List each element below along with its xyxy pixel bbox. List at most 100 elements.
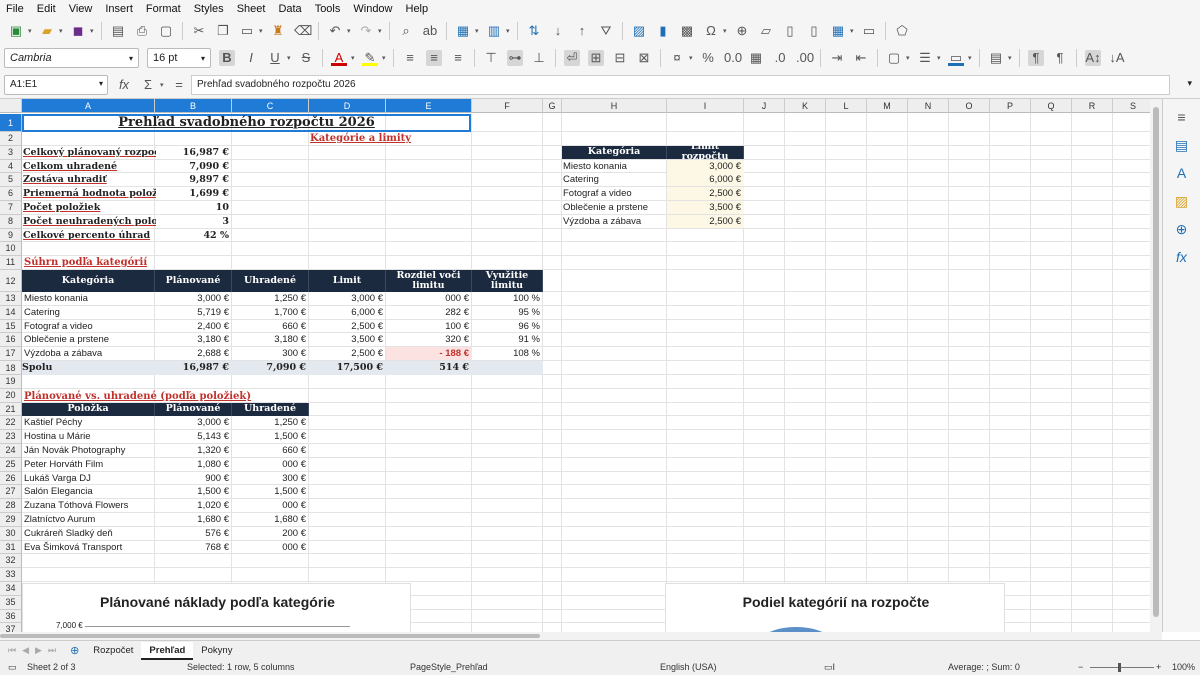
functions-icon[interactable]: fx	[1174, 249, 1190, 265]
table-cell[interactable]: 000 €	[232, 458, 309, 471]
table-cell[interactable]: 1,700 €	[232, 306, 309, 319]
table-cell[interactable]: 3,180 €	[232, 333, 309, 346]
clone-formatting-icon[interactable]: ♜	[270, 23, 286, 39]
table-cell[interactable]: 3,000 €	[155, 292, 232, 305]
column-header[interactable]: E	[386, 99, 472, 113]
wrap-text-icon[interactable]: ⏎	[564, 50, 580, 66]
text-direction-icon[interactable]: A↕	[1085, 50, 1101, 66]
row-header[interactable]: 30	[0, 526, 22, 541]
zoom-out-icon[interactable]: −	[1078, 662, 1083, 672]
column-header[interactable]: B	[155, 99, 232, 113]
row-header[interactable]: 34	[0, 582, 22, 596]
column-header[interactable]: H	[562, 99, 667, 113]
align-middle-icon[interactable]: ⊶	[507, 50, 523, 66]
table-total-cell[interactable]	[472, 361, 543, 375]
prev-sheet-icon[interactable]: ◀	[22, 645, 29, 656]
name-box[interactable]: A1:E1 ▾	[4, 74, 108, 95]
summary-label[interactable]: Počet položiek	[23, 201, 156, 214]
table-cell[interactable]: Miesto konania	[563, 160, 668, 173]
table-cell[interactable]: 1,250 €	[232, 416, 309, 429]
properties-icon[interactable]: ▤	[1174, 137, 1190, 153]
chevron-down-icon[interactable]: ▾	[99, 79, 103, 88]
date-format-icon[interactable]: ▦	[748, 50, 764, 66]
currency-format-icon[interactable]: ¤	[669, 50, 685, 66]
column-header[interactable]: S	[1113, 99, 1150, 113]
split-window-icon[interactable]: ▭	[861, 23, 877, 39]
row-header[interactable]: 12	[0, 270, 22, 292]
autofilter-icon[interactable]: ⛛	[598, 23, 614, 39]
summary-value[interactable]: 10	[155, 201, 232, 214]
chevron-down-icon[interactable]: ▾	[201, 54, 205, 63]
navigator-icon[interactable]: ⊕	[1174, 221, 1190, 237]
insert-chart-icon[interactable]: ▮	[655, 23, 671, 39]
print-preview-icon[interactable]: ▢	[158, 23, 174, 39]
row-header[interactable]: 29	[0, 513, 22, 527]
ltr-icon[interactable]: ¶	[1028, 50, 1044, 66]
scroll-thumb[interactable]	[0, 634, 540, 638]
page-title[interactable]: Prehľad svadobného rozpočtu 2026	[22, 114, 471, 132]
table-cell[interactable]: 1,500 €	[232, 430, 309, 443]
menu-insert[interactable]: Insert	[105, 3, 133, 15]
table-total-cell[interactable]: 17,500 €	[309, 361, 386, 375]
row-header[interactable]: 8	[0, 214, 22, 229]
row-header[interactable]: 3	[0, 145, 22, 160]
row-header[interactable]: 20	[0, 388, 22, 403]
row-header[interactable]: 15	[0, 319, 22, 334]
zoom-slider[interactable]	[1090, 667, 1154, 668]
menu-styles[interactable]: Styles	[194, 3, 224, 15]
table-cell[interactable]: 2,500 €	[309, 347, 386, 360]
borders-icon[interactable]: ▢	[886, 50, 902, 66]
summary-label[interactable]: Priemerná hodnota položky	[23, 187, 156, 200]
table-cell[interactable]: 900 €	[155, 472, 232, 485]
decrease-indent-icon[interactable]: ⇤	[853, 50, 869, 66]
row-header[interactable]: 13	[0, 292, 22, 306]
menu-file[interactable]: File	[6, 3, 24, 15]
column-header[interactable]: L	[826, 99, 867, 113]
zoom-in-icon[interactable]: +	[1156, 662, 1161, 672]
table-cell[interactable]: Výzdoba a zábava	[563, 215, 668, 228]
table-cell[interactable]: Eva Šimková Transport	[22, 541, 155, 554]
conditional-format-icon[interactable]: ▤	[988, 50, 1004, 66]
menu-data[interactable]: Data	[278, 3, 301, 15]
table-cell[interactable]: 000 €	[232, 541, 309, 554]
section-items-heading[interactable]: Plánované vs. uhradené (podľa položiek)	[24, 390, 284, 403]
row-header[interactable]: 5	[0, 173, 22, 188]
select-all-corner[interactable]	[0, 99, 22, 113]
table-cell[interactable]: 3,500 €	[309, 333, 386, 346]
table-cell[interactable]: - 188 €	[386, 347, 472, 361]
menu-edit[interactable]: Edit	[37, 3, 56, 15]
table-cell[interactable]: Fotograf a video	[563, 187, 668, 200]
align-right-icon[interactable]: ≡	[450, 50, 466, 66]
sort-descending-icon[interactable]: ↑	[574, 23, 590, 39]
table-cell[interactable]: 576 €	[155, 527, 232, 540]
table-cell[interactable]: 2,500 €	[309, 320, 386, 333]
table-cell[interactable]: 200 €	[232, 527, 309, 540]
row-icon[interactable]: ▦	[455, 23, 471, 39]
table-cell[interactable]: 96 %	[472, 320, 543, 333]
merge-cells-icon[interactable]: ⊟	[612, 50, 628, 66]
planned-costs-chart[interactable]: Plánované náklady podľa kategórie 7,000 …	[22, 583, 411, 632]
row-header[interactable]: 23	[0, 430, 22, 444]
open-icon[interactable]: ▰	[39, 23, 55, 39]
row-header[interactable]: 14	[0, 305, 22, 320]
page-style[interactable]: PageStyle_Prehľad	[410, 662, 488, 672]
chevron-down-icon[interactable]: ▾	[129, 54, 133, 63]
menu-window[interactable]: Window	[353, 3, 392, 15]
menu-help[interactable]: Help	[406, 3, 429, 15]
table-cell[interactable]: 3,000 €	[309, 292, 386, 305]
summary-label[interactable]: Počet neuhradených položie	[23, 215, 156, 228]
summary-value[interactable]: 3	[155, 215, 232, 228]
row-header[interactable]: 31	[0, 540, 22, 555]
summary-label[interactable]: Celkové percento úhrad	[23, 229, 156, 242]
row-header[interactable]: 10	[0, 242, 22, 257]
increase-indent-icon[interactable]: ⇥	[829, 50, 845, 66]
vertical-scrollbar[interactable]	[1150, 99, 1162, 632]
hyperlink-icon[interactable]: ⊕	[734, 23, 750, 39]
row-header[interactable]: 24	[0, 444, 22, 458]
border-style-icon[interactable]: ☰	[917, 50, 933, 66]
row-header[interactable]: 27	[0, 485, 22, 500]
spelling-icon[interactable]: ab	[422, 23, 438, 39]
delete-decimal-icon[interactable]: .00	[796, 50, 814, 66]
insert-image-icon[interactable]: ▨	[631, 23, 647, 39]
table-cell[interactable]: 5,719 €	[155, 306, 232, 319]
